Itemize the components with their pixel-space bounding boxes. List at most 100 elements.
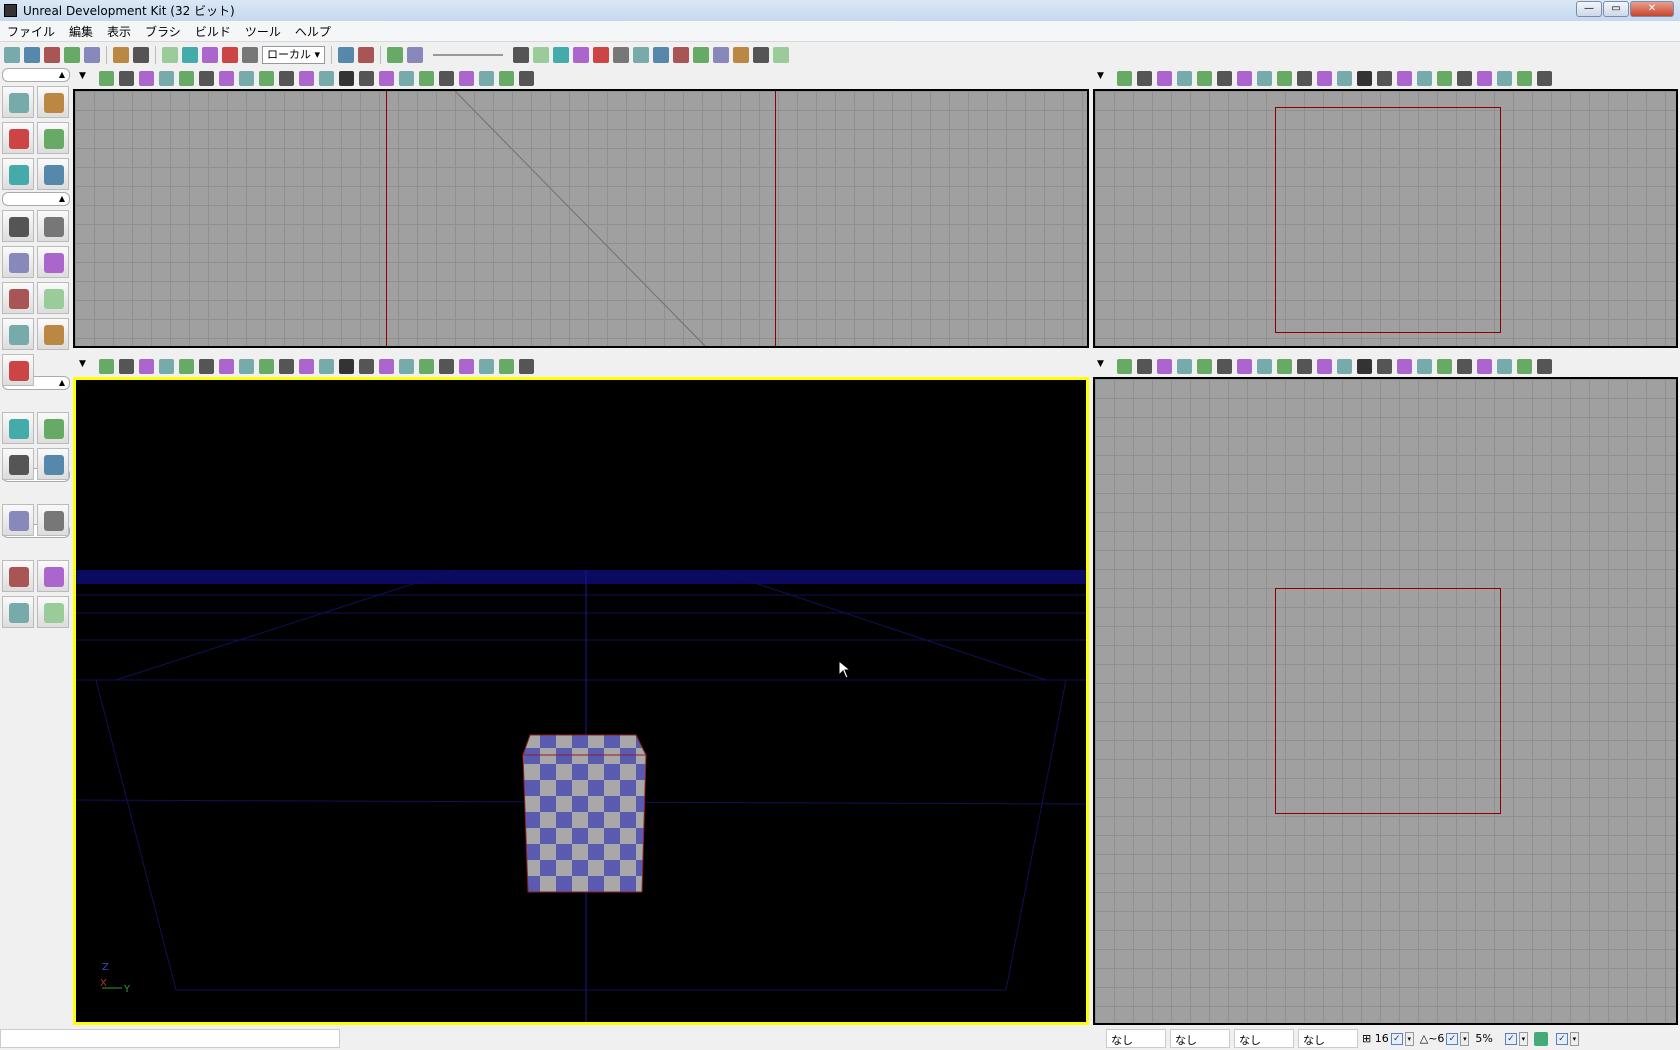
viewport-side[interactable] [73, 89, 1089, 348]
shader-complexity-icon[interactable] [1277, 358, 1292, 374]
maximize-icon[interactable] [519, 358, 534, 374]
lit-icon[interactable] [179, 70, 194, 86]
menu-tools[interactable]: ツール [238, 23, 288, 40]
eye-icon[interactable] [1397, 70, 1412, 86]
unlit-icon[interactable] [159, 358, 174, 374]
lighting-only-icon[interactable] [219, 358, 234, 374]
viewport-front[interactable] [1093, 377, 1678, 1025]
lit-lightmaps-icon[interactable] [1337, 70, 1352, 86]
command-input[interactable] [0, 1029, 340, 1048]
texture-density-icon[interactable] [279, 70, 294, 86]
viewport-perspective[interactable]: Z X Y [73, 377, 1089, 1025]
camera-pawn-icon[interactable] [99, 70, 114, 86]
cone-brush-button[interactable] [37, 210, 69, 242]
spiral-stairs-brush-button[interactable] [2, 318, 34, 350]
dropdown-icon[interactable]: ▼ [79, 71, 94, 86]
float-view-icon[interactable] [499, 358, 514, 374]
brush-wireframe-icon[interactable] [139, 358, 154, 374]
lighting-only-icon[interactable] [219, 70, 234, 86]
build-all-icon[interactable] [733, 47, 750, 63]
find-icon[interactable] [338, 47, 355, 63]
red-slash-icon[interactable] [533, 47, 550, 63]
lit-lightmaps-icon[interactable] [319, 358, 334, 374]
cylinder-brush-button[interactable] [37, 246, 69, 278]
lit-icon[interactable] [1197, 358, 1212, 374]
particles-icon[interactable] [593, 47, 610, 63]
pawn-icon[interactable] [479, 358, 494, 374]
play-p-icon[interactable] [553, 47, 570, 63]
terrain-mode-button[interactable] [2, 122, 34, 154]
kismet-icon[interactable] [387, 47, 404, 63]
lit-icon[interactable] [1197, 70, 1212, 86]
content-browser-icon[interactable] [407, 47, 424, 63]
add-volume-button[interactable] [37, 504, 69, 536]
actor-red-icon[interactable] [1437, 358, 1452, 374]
wireframe-icon[interactable] [119, 358, 134, 374]
scale-snap-dropdown[interactable]: ▾ [1518, 1031, 1528, 1046]
detail-lighting-icon[interactable] [1217, 358, 1232, 374]
detail-lighting-icon[interactable] [199, 70, 214, 86]
lock-icon[interactable] [1377, 70, 1392, 86]
actor2-icon[interactable] [773, 47, 790, 63]
texture-align-mode-button[interactable] [37, 158, 69, 190]
menu-brush[interactable]: ブラシ [138, 23, 188, 40]
save-icon[interactable] [64, 47, 80, 63]
path-icon[interactable] [653, 47, 670, 63]
detail-lighting-icon[interactable] [199, 358, 214, 374]
light-complexity-icon[interactable] [239, 70, 254, 86]
menu-help[interactable]: ヘルプ [288, 23, 338, 40]
dropdown-icon[interactable]: ▼ [1097, 359, 1112, 374]
actor-realtime-icon[interactable] [399, 358, 414, 374]
eye-icon[interactable] [1397, 358, 1412, 374]
lighting-only-icon[interactable] [1237, 358, 1252, 374]
show-all-button[interactable] [2, 596, 34, 628]
lit-lightmaps-icon[interactable] [1337, 358, 1352, 374]
unlit-icon[interactable] [159, 70, 174, 86]
actor-red-icon[interactable] [419, 70, 434, 86]
scale-snap-checkbox[interactable]: ✓ [1504, 1032, 1517, 1045]
brush-volume-button[interactable] [2, 504, 34, 536]
menu-file[interactable]: ファイル [0, 23, 62, 40]
unlit-icon[interactable] [1177, 358, 1192, 374]
float-view-icon[interactable] [499, 70, 514, 86]
cube-brush-button[interactable] [2, 210, 34, 242]
maximize-frame-icon[interactable] [1477, 70, 1492, 86]
sheet-brush-button[interactable] [37, 282, 69, 314]
mesh-paint-mode-button[interactable] [2, 158, 34, 190]
camera-speed-slider[interactable] [433, 54, 504, 56]
light-complexity-icon[interactable] [1257, 70, 1272, 86]
panel-collapse-button[interactable]: ▲ [2, 68, 70, 82]
lit-icon[interactable] [179, 358, 194, 374]
csg-deintersect-button[interactable] [2, 448, 34, 480]
game-view-G-icon[interactable] [1357, 358, 1372, 374]
redo-icon[interactable] [133, 47, 149, 63]
lightmap-density-icon[interactable] [299, 70, 314, 86]
maximize-frame-icon[interactable] [1477, 358, 1492, 374]
transform-mode-button[interactable] [37, 122, 69, 154]
maximize-frame-icon[interactable] [459, 70, 474, 86]
game-view-G-icon[interactable] [339, 358, 354, 374]
rotate-icon[interactable] [202, 47, 218, 63]
lightbulb-icon[interactable] [633, 47, 650, 63]
autosave-dropdown[interactable]: ▾ [1569, 1031, 1579, 1046]
wireframe-icon[interactable] [1137, 70, 1152, 86]
linear-stairs-brush-button[interactable] [2, 282, 34, 314]
csg-subtract-button[interactable] [2, 412, 34, 444]
eye-icon[interactable] [379, 358, 394, 374]
wireframe-icon[interactable] [1137, 358, 1152, 374]
lightmap-density-icon[interactable] [1317, 70, 1332, 86]
shader-complexity-icon[interactable] [259, 70, 274, 86]
pawn-icon[interactable] [1497, 358, 1512, 374]
shader-complexity-icon[interactable] [259, 358, 274, 374]
lighting-icon[interactable] [693, 47, 710, 63]
grid-snap-dropdown[interactable]: ▾ [1404, 1031, 1414, 1046]
bulb2-icon[interactable] [713, 47, 730, 63]
brush-wireframe-icon[interactable] [139, 70, 154, 86]
hide-selected-button[interactable] [2, 560, 34, 592]
game-view-G-icon[interactable] [339, 70, 354, 86]
actor-red-icon[interactable] [1437, 70, 1452, 86]
shader-complexity-icon[interactable] [1277, 70, 1292, 86]
stat-S-icon[interactable] [1457, 358, 1472, 374]
actor-realtime-icon[interactable] [399, 70, 414, 86]
path2-icon[interactable] [673, 47, 690, 63]
